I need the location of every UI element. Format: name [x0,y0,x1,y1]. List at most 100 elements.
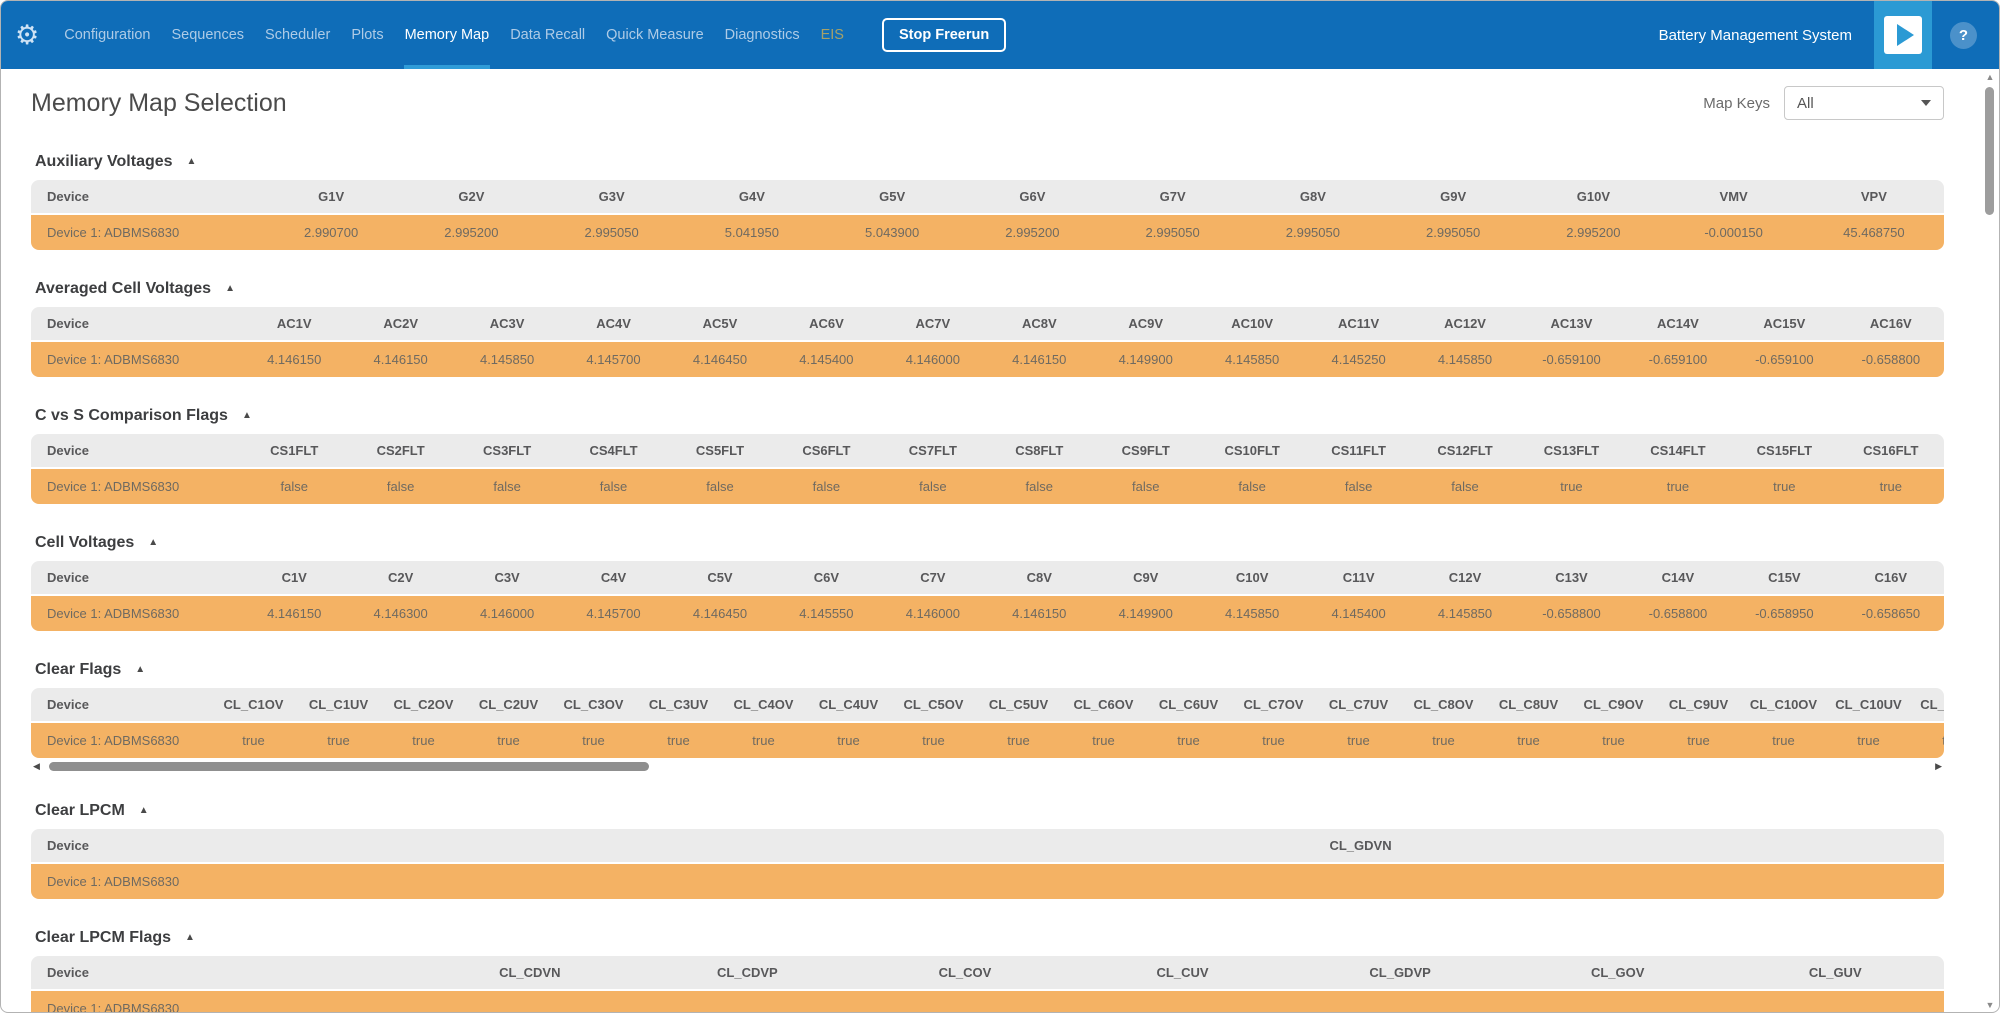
column-header: G7V [1103,189,1243,204]
nav-tab-data-recall[interactable]: Data Recall [509,1,586,69]
value-cell: 5.043900 [822,225,962,240]
column-header: C9V [1093,570,1199,585]
table-row[interactable]: Device 1: ADBMS6830 [31,991,1944,1013]
section-collapse-header[interactable]: Clear LPCM▲ [35,802,1944,820]
collapse-icon: ▲ [139,806,149,816]
collapse-icon: ▲ [187,157,197,167]
section-collapse-header[interactable]: Clear LPCM Flags▲ [35,929,1944,947]
gear-icon[interactable]: ⚙ [15,22,39,49]
column-header: C15V [1731,570,1837,585]
value-cell: false [1199,479,1305,494]
value-cell: 45.468750 [1804,225,1944,240]
device-cell: Device 1: ADBMS6830 [31,479,241,494]
column-header: AC12V [1412,316,1518,331]
collapse-icon: ▲ [185,933,195,943]
value-cell: false [1093,479,1199,494]
table-row[interactable]: Device 1: ADBMS6830falsefalsefalsefalsef… [31,469,1944,504]
scroll-left-icon[interactable]: ◀ [33,761,40,772]
vertical-scrollbar[interactable]: ▲ ▼ [1984,73,1996,1010]
value-cell: 4.146150 [241,352,347,367]
nav-tab-quick-measure[interactable]: Quick Measure [605,1,705,69]
value-cell: true [806,733,891,748]
device-column-header: Device [31,316,241,331]
column-header: CS6FLT [773,443,879,458]
scroll-down-icon[interactable]: ▼ [1984,1001,1996,1010]
column-header: CL_COV [856,965,1074,980]
horizontal-scrollbar[interactable]: ◀▶ [31,761,1944,772]
play-button[interactable] [1874,1,1932,69]
value-cell: 2.995050 [542,225,682,240]
scroll-up-icon[interactable]: ▲ [1984,73,1996,82]
column-header: VMV [1664,189,1804,204]
page-title: Memory Map Selection [31,89,287,118]
column-header: C16V [1838,570,1944,585]
collapse-icon: ▲ [148,538,158,548]
column-header: CS4FLT [560,443,666,458]
main-content: Memory Map Selection Map Keys All Auxili… [1,69,1999,1013]
column-header: G6V [962,189,1102,204]
column-header: CL_GOV [1509,965,1727,980]
nav-tab-plots[interactable]: Plots [350,1,384,69]
value-cell: false [667,479,773,494]
table-row[interactable]: Device 1: ADBMS6830truetruetruetruetruet… [31,723,1944,758]
section-collapse-header[interactable]: C vs S Comparison Flags▲ [35,407,1944,425]
column-header: CL_CDVP [639,965,857,980]
section-clear-lpcm-flags: Clear LPCM Flags▲DeviceCL_CDVNCL_CDVPCL_… [31,929,1944,1013]
value-cell: true [1911,733,1944,748]
device-cell: Device 1: ADBMS6830 [31,1001,421,1013]
table-row[interactable]: Device 1: ADBMS68304.1461504.1463004.146… [31,596,1944,631]
value-cell: 4.146150 [986,352,1092,367]
value-cell: true [1401,733,1486,748]
table-row[interactable]: Device 1: ADBMS68304.1461504.1461504.145… [31,342,1944,377]
value-cell: 4.146000 [454,606,560,621]
column-header: CL_C2UV [466,697,551,712]
column-header: G8V [1243,189,1383,204]
value-cell: -0.659100 [1518,352,1624,367]
table-row[interactable]: Device 1: ADBMS6830 [31,864,1944,899]
section-collapse-header[interactable]: Clear Flags▲ [35,661,1944,679]
column-header: CL_C9UV [1656,697,1741,712]
column-header: C7V [880,570,986,585]
value-cell: 2.995050 [1383,225,1523,240]
value-cell: 4.146000 [880,606,986,621]
nav-tab-scheduler[interactable]: Scheduler [264,1,331,69]
value-cell: -0.658950 [1731,606,1837,621]
column-header: C11V [1305,570,1411,585]
column-header: C8V [986,570,1092,585]
column-header: C4V [560,570,666,585]
value-cell: 4.145700 [560,606,666,621]
value-cell: 4.146300 [347,606,453,621]
nav-tab-memory-map[interactable]: Memory Map [404,1,491,69]
section-collapse-header[interactable]: Auxiliary Voltages▲ [35,153,1944,171]
value-cell: -0.659100 [1731,352,1837,367]
value-cell: false [1412,479,1518,494]
column-header: CL_C7OV [1231,697,1316,712]
stop-freerun-button[interactable]: Stop Freerun [882,18,1006,52]
nav-tab-diagnostics[interactable]: Diagnostics [724,1,801,69]
nav-tab-sequences[interactable]: Sequences [170,1,245,69]
column-header: CL_C5UV [976,697,1061,712]
map-keys-select[interactable]: All [1784,86,1944,120]
column-header: AC2V [347,316,453,331]
section-collapse-header[interactable]: Averaged Cell Voltages▲ [35,280,1944,298]
device-column-header: Device [31,838,777,853]
nav-tab-configuration[interactable]: Configuration [63,1,151,69]
value-cell: 2.995200 [962,225,1102,240]
value-cell: true [1826,733,1911,748]
section-collapse-header[interactable]: Cell Voltages▲ [35,534,1944,552]
value-cell: -0.658800 [1625,606,1731,621]
scroll-right-icon[interactable]: ▶ [1935,761,1942,772]
section-title: Clear Flags [35,661,121,679]
vertical-scrollbar-thumb[interactable] [1985,87,1994,215]
section-auxiliary-voltages: Auxiliary Voltages▲DeviceG1VG2VG3VG4VG5V… [31,153,1944,250]
nav-tab-eis[interactable]: EIS [820,1,845,69]
device-cell: Device 1: ADBMS6830 [31,225,261,240]
value-cell: false [347,479,453,494]
horizontal-scrollbar-thumb[interactable] [49,762,649,771]
map-keys-value: All [1797,95,1814,112]
help-icon[interactable]: ? [1950,22,1977,49]
column-header: CL_C10UV [1826,697,1911,712]
table-row[interactable]: Device 1: ADBMS68302.9907002.9952002.995… [31,215,1944,250]
value-cell: true [976,733,1061,748]
column-header: AC9V [1093,316,1199,331]
